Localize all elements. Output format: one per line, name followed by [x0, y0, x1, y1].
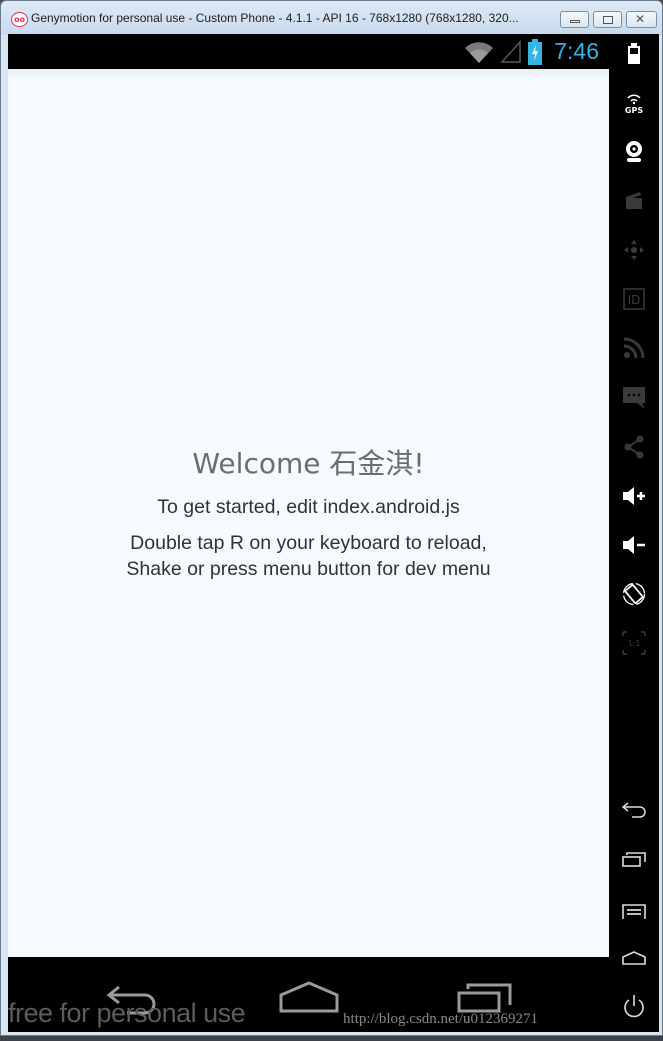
genymotion-logo-icon: oo — [11, 12, 28, 27]
sidebar-item-sms[interactable] — [609, 386, 659, 410]
back-icon — [622, 802, 646, 818]
gps-icon: GPS — [625, 94, 643, 114]
svg-text:1:1: 1:1 — [628, 639, 641, 648]
welcome-title: Welcome 石金淇! — [192, 447, 425, 480]
signal-icon — [500, 39, 521, 63]
recent-apps-icon — [622, 852, 646, 867]
sidebar-item-remote-control[interactable] — [609, 239, 659, 261]
pixel-perfect-icon: 1:1 — [622, 631, 646, 655]
close-button[interactable]: ✕ — [626, 11, 657, 28]
sms-icon — [623, 387, 645, 409]
sidebar-item-battery[interactable] — [609, 43, 659, 65]
dpad-icon — [624, 240, 644, 260]
rotate-icon — [622, 582, 646, 606]
sidebar-item-power[interactable] — [609, 994, 659, 1020]
svg-text:ID: ID — [628, 293, 641, 307]
webcam-icon — [626, 141, 642, 162]
title-bar[interactable]: oo Genymotion for personal use - Custom … — [1, 1, 662, 35]
battery-icon — [628, 43, 640, 64]
sidebar-item-volume-down[interactable] — [609, 534, 659, 556]
sidebar-item-gps[interactable]: GPS — [609, 92, 659, 114]
blog-url-watermark: http://blog.csdn.net/u012369271 — [343, 1011, 538, 1027]
sidebar-item-recent-apps[interactable] — [609, 852, 659, 868]
volume-up-icon — [623, 487, 645, 505]
wifi-icon — [465, 41, 494, 63]
reload-instructions-line2: Shake or press menu button for dev menu — [126, 558, 491, 580]
taskbar-strip — [0, 1036, 663, 1041]
sidebar-item-network[interactable] — [609, 337, 659, 359]
sidebar-item-back[interactable] — [609, 802, 659, 818]
clapperboard-icon — [626, 192, 642, 209]
maximize-button[interactable] — [593, 11, 622, 28]
app-screen: Welcome 石金淇! To get started, edit index.… — [8, 69, 609, 957]
sidebar-item-share[interactable] — [609, 435, 659, 459]
sidebar-item-pixel-perfect[interactable]: 1:1 — [609, 631, 659, 655]
minimize-icon — [570, 20, 580, 23]
rss-network-icon — [623, 337, 645, 359]
nav-recent-apps-button[interactable] — [456, 983, 514, 1013]
svg-text:GPS: GPS — [625, 106, 643, 114]
sidebar-item-webcam[interactable] — [609, 140, 659, 164]
android-status-bar: 7:46 — [8, 34, 609, 69]
sidebar-item-menu[interactable] — [609, 904, 659, 920]
sidebar-item-rotate[interactable] — [609, 582, 659, 606]
power-icon — [624, 995, 644, 1018]
status-clock: 7:46 — [554, 38, 599, 64]
reload-instructions-line1: Double tap R on your keyboard to reload, — [130, 532, 487, 554]
sidebar-item-home[interactable] — [609, 951, 659, 965]
share-icon — [624, 435, 644, 459]
genymotion-sidebar: GPS ID 1:1 — [609, 34, 659, 1032]
minimize-button[interactable] — [560, 11, 589, 28]
home-icon — [622, 951, 646, 965]
welcome-container: Welcome 石金淇! To get started, edit index.… — [8, 444, 609, 582]
sidebar-item-device-id[interactable]: ID — [609, 288, 659, 310]
menu-icon — [622, 904, 646, 919]
personal-use-watermark: free for personal use — [8, 998, 246, 1028]
battery-charging-icon — [528, 38, 543, 65]
volume-down-icon — [623, 536, 645, 554]
sidebar-item-volume-up[interactable] — [609, 485, 659, 507]
instructions-text: To get started, edit index.android.js — [157, 496, 460, 518]
id-icon: ID — [623, 288, 645, 310]
close-icon: ✕ — [635, 12, 646, 26]
maximize-icon — [603, 16, 613, 24]
window-title: Genymotion for personal use - Custom Pho… — [31, 11, 519, 25]
nav-home-button[interactable] — [278, 981, 340, 1013]
sidebar-item-capture[interactable] — [609, 190, 659, 210]
